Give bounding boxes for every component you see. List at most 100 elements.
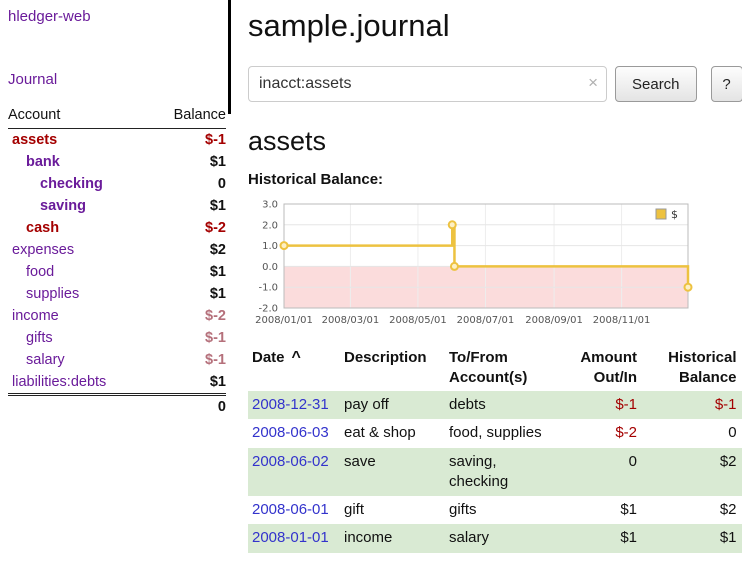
svg-text:1.0: 1.0	[262, 241, 278, 252]
account-link[interactable]: supplies	[26, 286, 79, 302]
svg-text:-1.0: -1.0	[258, 283, 278, 294]
account-row: supplies $1	[8, 283, 226, 305]
account-link[interactable]: salary	[26, 352, 65, 368]
register-description: gift	[344, 496, 449, 524]
journal-link[interactable]: Journal	[8, 71, 57, 88]
account-balance: $1	[150, 261, 226, 283]
account-balance: $-1	[150, 327, 226, 349]
historical-balance-chart: 2008/01/01 2008/03/01 2008/05/01 2008/07/01…	[248, 196, 700, 336]
account-balance: $-2	[150, 305, 226, 327]
chart-title: Historical Balance:	[248, 171, 742, 188]
account-balance: $1	[150, 371, 226, 395]
account-row: food $1	[8, 261, 226, 283]
account-link[interactable]: checking	[40, 176, 103, 192]
register-row: 2008-06-02 savesaving, checking0$2	[248, 448, 742, 497]
svg-text:2008/11/01: 2008/11/01	[593, 315, 651, 326]
transaction-date-link[interactable]: 2008-06-03	[252, 424, 329, 441]
account-link[interactable]: cash	[26, 220, 59, 236]
app-title-link[interactable]: hledger-web	[8, 8, 91, 25]
hledger-web-app: hledger-web Journal Account Balance asse…	[0, 0, 742, 582]
register-header-row: Date^ Description To/From Account(s) Amo…	[248, 346, 742, 391]
svg-text:2008/05/01: 2008/05/01	[389, 315, 447, 326]
sidebar-scrollbar[interactable]	[228, 0, 231, 114]
transaction-date-link[interactable]: 2008-06-01	[252, 501, 329, 518]
account-link[interactable]: saving	[40, 198, 86, 214]
journal-nav: Journal	[8, 71, 226, 88]
app-title: hledger-web	[8, 8, 226, 25]
account-balance: 0	[150, 173, 226, 195]
account-link[interactable]: assets	[12, 132, 57, 148]
register-balance: $-1	[643, 391, 742, 419]
account-link[interactable]: expenses	[12, 242, 74, 258]
register-amount: $-2	[567, 419, 643, 447]
account-balance: $1	[150, 283, 226, 305]
svg-text:$: $	[671, 208, 678, 221]
transaction-date-link[interactable]: 2008-06-02	[252, 453, 329, 470]
account-link[interactable]: liabilities:debts	[12, 374, 106, 390]
col-header-amount: Amount Out/In	[567, 346, 643, 391]
transaction-date-link[interactable]: 2008-12-31	[252, 396, 329, 413]
col-header-accounts: To/From Account(s)	[449, 346, 567, 391]
account-balance: $1	[150, 195, 226, 217]
svg-text:2008/07/01: 2008/07/01	[457, 315, 515, 326]
register-accounts: salary	[449, 524, 567, 552]
svg-text:3.0: 3.0	[262, 200, 278, 211]
account-row: cash $-2	[8, 217, 226, 239]
account-link[interactable]: food	[26, 264, 54, 280]
register-date-cell: 2008-06-01	[248, 496, 344, 524]
search-box: ×	[248, 66, 607, 102]
search-bar: × Search ?	[248, 66, 742, 102]
clear-search-icon[interactable]: ×	[588, 73, 598, 93]
accounts-total-row: 0	[8, 395, 226, 419]
main-content: sample.journal × Search ? assets Histori…	[230, 0, 742, 582]
account-row: assets $-1	[8, 129, 226, 152]
svg-text:2008/03/01: 2008/03/01	[322, 315, 380, 326]
register-table: Date^ Description To/From Account(s) Amo…	[248, 346, 742, 553]
help-button[interactable]: ?	[711, 66, 742, 102]
search-button[interactable]: Search	[615, 66, 697, 102]
svg-text:0.0: 0.0	[262, 262, 278, 273]
register-description: save	[344, 448, 449, 497]
account-row: salary $-1	[8, 349, 226, 371]
account-link[interactable]: gifts	[26, 330, 53, 346]
register-balance: $2	[643, 448, 742, 497]
register-date-cell: 2008-06-02	[248, 448, 344, 497]
register-amount: $1	[567, 524, 643, 552]
register-balance: 0	[643, 419, 742, 447]
svg-text:2008/09/01: 2008/09/01	[525, 315, 583, 326]
sidebar: hledger-web Journal Account Balance asse…	[0, 0, 230, 582]
svg-text:-2.0: -2.0	[258, 304, 278, 315]
register-accounts: debts	[449, 391, 567, 419]
accounts-total: 0	[150, 395, 226, 419]
account-balance: $-2	[150, 217, 226, 239]
col-header-description: Description	[344, 346, 449, 391]
page-title: sample.journal	[248, 8, 742, 44]
register-balance: $1	[643, 524, 742, 552]
accounts-table: Account Balance assets$-1bank$1checking0…	[8, 104, 226, 418]
search-input[interactable]	[248, 66, 607, 102]
account-balance: $2	[150, 239, 226, 261]
col-header-date[interactable]: Date^	[248, 346, 344, 391]
sort-ascending-icon: ^	[292, 349, 301, 366]
register-balance: $2	[643, 496, 742, 524]
register-row: 2008-06-03eat & shopfood, supplies$-20	[248, 419, 742, 447]
register-row: 2008-06-01giftgifts$1$2	[248, 496, 742, 524]
register-date-cell: 2008-06-03	[248, 419, 344, 447]
account-link[interactable]: income	[12, 308, 59, 324]
account-link[interactable]: bank	[26, 154, 60, 170]
register-accounts: gifts	[449, 496, 567, 524]
register-accounts: saving, checking	[449, 448, 567, 497]
svg-text:2008/01/01: 2008/01/01	[255, 315, 313, 326]
register-amount: 0	[567, 448, 643, 497]
account-row: checking 0	[8, 173, 226, 195]
account-balance: $-1	[150, 349, 226, 371]
register-description: income	[344, 524, 449, 552]
register-date-cell: 2008-01-01	[248, 524, 344, 552]
register-row: 2008-01-01incomesalary$1$1	[248, 524, 742, 552]
account-row: saving $1	[8, 195, 226, 217]
register-description: eat & shop	[344, 419, 449, 447]
account-balance: $-1	[150, 129, 226, 152]
col-header-balance: Historical Balance	[643, 346, 742, 391]
transaction-date-link[interactable]: 2008-01-01	[252, 529, 329, 546]
account-row: liabilities:debts $1	[8, 371, 226, 395]
